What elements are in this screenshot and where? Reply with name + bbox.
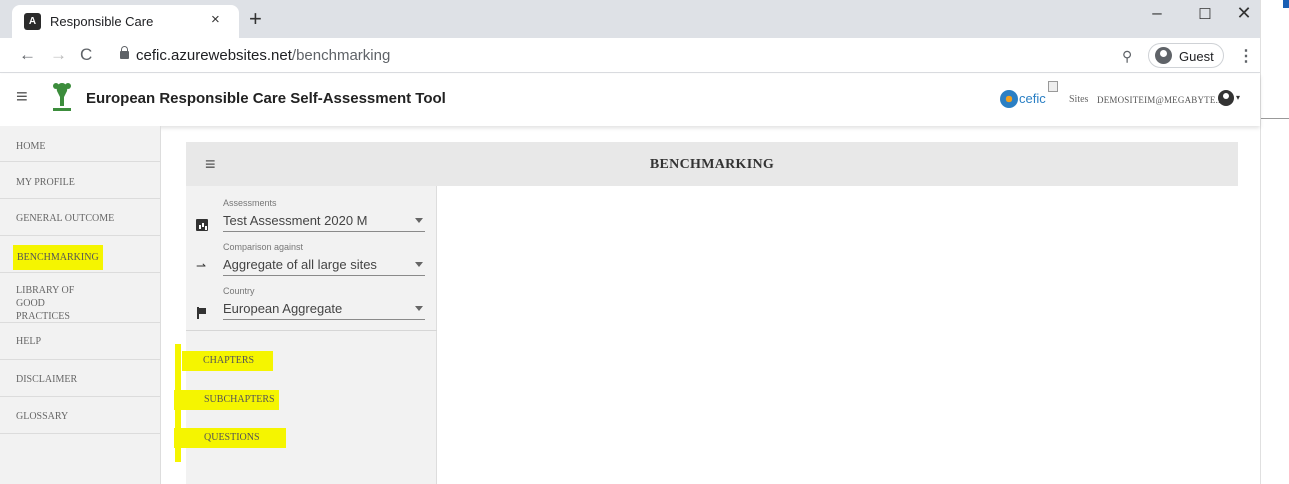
user-email: DEMOSITEIM@MEGABYTE.BE xyxy=(1097,95,1230,105)
cefic-flower-icon xyxy=(1000,90,1018,108)
chapters-link[interactable]: CHAPTERS xyxy=(182,351,274,371)
sidebar-item-label: HELP xyxy=(16,336,41,347)
profile-button[interactable]: Guest xyxy=(1148,43,1224,68)
sidebar-item-label: GLOSSARY xyxy=(16,411,69,422)
comparison-field: Comparison against ⇀ Aggregate of all la… xyxy=(186,242,437,288)
browser-title-bar: A Responsible Care × + – ☐ ✕ xyxy=(0,0,1260,38)
new-tab-button[interactable]: + xyxy=(249,6,262,32)
compare-arrows-icon: ⇀ xyxy=(196,259,207,273)
sidebar-item-library[interactable]: LIBRARY OF GOOD PRACTICES xyxy=(0,273,160,323)
assessments-select[interactable]: Test Assessment 2020 M xyxy=(223,210,425,232)
browser-menu-icon[interactable]: ⋮ xyxy=(1238,46,1254,66)
questions-link[interactable]: QUESTIONS xyxy=(174,428,286,448)
minimize-button[interactable]: – xyxy=(1135,3,1179,23)
tab-title: Responsible Care xyxy=(50,14,154,29)
angular-favicon-icon: A xyxy=(24,13,41,30)
address-bar[interactable]: cefic.azurewebsites.net/benchmarking xyxy=(136,47,390,64)
app-title: European Responsible Care Self-Assessmen… xyxy=(86,90,446,107)
sidebar-item-label: LIBRARY OF GOOD PRACTICES xyxy=(16,285,75,322)
chevron-down-icon xyxy=(415,306,423,311)
sidebar-item-label: HOME xyxy=(16,141,46,152)
account-circle-icon[interactable] xyxy=(1218,90,1234,106)
broken-image-icon xyxy=(1048,81,1058,92)
url-path: /benchmarking xyxy=(291,47,391,64)
country-field: Country European Aggregate xyxy=(186,286,437,332)
cefic-wordmark: cefic xyxy=(1019,91,1046,106)
cefic-logo: cefic xyxy=(1000,90,1060,108)
sidebar-item-label: DISCLAIMER xyxy=(16,374,78,385)
sidebar-item-label: BENCHMARKING xyxy=(13,245,103,270)
desktop-edge xyxy=(1260,0,1289,484)
browser-toolbar: ← → C cefic.azurewebsites.net/benchmarki… xyxy=(0,38,1260,73)
reload-button[interactable]: C xyxy=(80,45,92,65)
main-menu-icon[interactable]: ≡ xyxy=(16,86,28,109)
browser-tab[interactable]: A Responsible Care × xyxy=(12,5,239,38)
tab-close-icon[interactable]: × xyxy=(211,11,220,28)
forward-button[interactable]: → xyxy=(50,45,67,65)
comparison-value: Aggregate of all large sites xyxy=(223,257,377,272)
sidebar-item-my-profile[interactable]: MY PROFILE xyxy=(0,162,160,199)
sidebar: HOME MY PROFILE GENERAL OUTCOME BENCHMAR… xyxy=(0,126,161,484)
sidebar-item-help[interactable]: HELP xyxy=(0,323,160,360)
chevron-down-icon xyxy=(415,262,423,267)
comparison-select[interactable]: Aggregate of all large sites xyxy=(223,254,425,276)
chevron-down-icon xyxy=(415,218,423,223)
benchmarking-title-bar: ≡ BENCHMARKING xyxy=(186,142,1238,186)
assessments-label: Assessments xyxy=(223,198,277,208)
sites-link[interactable]: Sites xyxy=(1069,94,1088,105)
account-dropdown-icon[interactable]: ▾ xyxy=(1236,93,1240,102)
sidebar-item-disclaimer[interactable]: DISCLAIMER xyxy=(0,360,160,397)
country-value: European Aggregate xyxy=(223,301,343,316)
url-host: cefic.azurewebsites.net xyxy=(136,47,292,64)
comparison-label: Comparison against xyxy=(223,242,304,252)
desktop-line xyxy=(1261,118,1289,119)
guest-avatar-icon xyxy=(1155,47,1172,64)
page-title: BENCHMARKING xyxy=(649,157,775,172)
flag-icon xyxy=(196,307,208,319)
sidebar-item-glossary[interactable]: GLOSSARY xyxy=(0,397,160,434)
sidebar-item-general-outcome[interactable]: GENERAL OUTCOME xyxy=(0,199,160,236)
sidebar-item-benchmarking[interactable]: BENCHMARKING xyxy=(0,236,160,273)
sidebar-item-label: GENERAL OUTCOME xyxy=(16,213,115,224)
subchapters-link[interactable]: SUBCHAPTERS xyxy=(174,390,279,410)
country-select[interactable]: European Aggregate xyxy=(223,298,425,320)
assessments-value: Test Assessment 2020 M xyxy=(223,213,368,228)
lock-icon xyxy=(120,46,129,59)
filter-divider xyxy=(186,330,437,331)
country-label: Country xyxy=(223,286,255,296)
sidebar-item-home[interactable]: HOME xyxy=(0,126,160,162)
sidebar-item-label: MY PROFILE xyxy=(16,177,75,188)
chart-icon xyxy=(196,219,208,231)
responsible-care-logo xyxy=(53,83,71,111)
back-button[interactable]: ← xyxy=(19,45,36,65)
maximize-button[interactable]: ☐ xyxy=(1183,5,1227,23)
app-header: ≡ European Responsible Care Self-Assessm… xyxy=(0,74,1260,126)
assessments-field: Assessments Test Assessment 2020 M xyxy=(186,198,437,244)
desktop-accent xyxy=(1283,0,1289,8)
zoom-icon[interactable]: ⚲ xyxy=(1122,48,1132,65)
profile-label: Guest xyxy=(1179,49,1214,64)
